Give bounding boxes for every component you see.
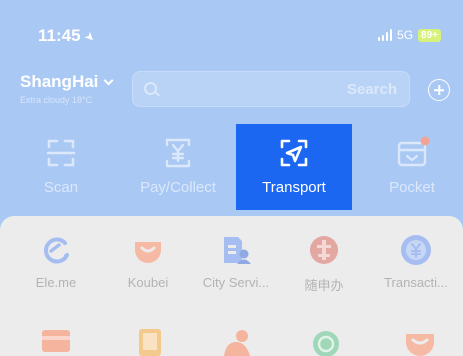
search-icon: [144, 82, 157, 95]
service-suishenban[interactable]: 随申办: [278, 234, 370, 294]
weather-text: Extra cloudy 18°C: [20, 95, 93, 105]
transport-button[interactable]: Transport: [236, 124, 352, 210]
search-input[interactable]: [165, 79, 335, 99]
signal-icon: [377, 29, 393, 41]
status-time: 11:45➤: [38, 26, 99, 46]
service-label: Koubei: [127, 275, 169, 290]
transport-label: Transport: [262, 179, 326, 196]
scan-icon: [41, 135, 81, 171]
pocket-button[interactable]: Pocket: [354, 124, 463, 210]
service-transactions[interactable]: Transacti...: [370, 234, 462, 290]
charity-service-icon[interactable]: [222, 328, 254, 356]
chevron-down-icon: [103, 75, 114, 85]
orange-service-icon[interactable]: [404, 328, 436, 356]
pay-collect-button[interactable]: Pay/Collect: [120, 124, 236, 210]
green-service-icon[interactable]: [310, 328, 342, 356]
suishenban-icon: [308, 234, 340, 266]
network-text: 5G: [397, 28, 414, 42]
pocket-label: Pocket: [389, 179, 435, 196]
transaction-icon: [400, 234, 432, 266]
scan-label: Scan: [43, 179, 79, 196]
city-selector[interactable]: ShangHai Extra cloudy 18°C: [20, 72, 114, 105]
pay-collect-label: Pay/Collect: [140, 179, 216, 196]
location-arrow-icon: ➤: [81, 28, 99, 46]
status-indicators: 5G 89+: [377, 28, 441, 42]
add-icon[interactable]: [428, 79, 450, 101]
phone-service-icon[interactable]: [134, 328, 166, 356]
service-label: Ele.me: [35, 275, 77, 290]
app-screen: 11:45➤ 5G 89+ ShangHai Extra cloudy 18°C…: [0, 0, 463, 356]
eleme-icon: [40, 234, 72, 266]
search-button[interactable]: Search: [347, 81, 397, 98]
yuan-card-icon: [158, 135, 198, 171]
scan-button[interactable]: Scan: [3, 124, 119, 210]
city-name: ShangHai: [20, 72, 99, 91]
service-city-services[interactable]: City Servi...: [190, 234, 282, 290]
battery-icon: 89+: [418, 28, 441, 42]
service-label: Transacti...: [384, 275, 448, 290]
navigation-arrow-icon: [274, 135, 314, 171]
service-eleme[interactable]: Ele.me: [10, 234, 102, 290]
service-koubei[interactable]: Koubei: [102, 234, 194, 290]
wallet-icon: [392, 135, 432, 171]
service-label: 随申办: [304, 278, 344, 293]
search-bar[interactable]: Search: [132, 71, 410, 107]
card-service-icon[interactable]: [40, 328, 72, 356]
service-label: City Servi...: [202, 275, 270, 290]
koubei-icon: [132, 234, 164, 266]
clock-text: 11:45: [38, 26, 81, 45]
city-service-icon: [220, 234, 252, 266]
